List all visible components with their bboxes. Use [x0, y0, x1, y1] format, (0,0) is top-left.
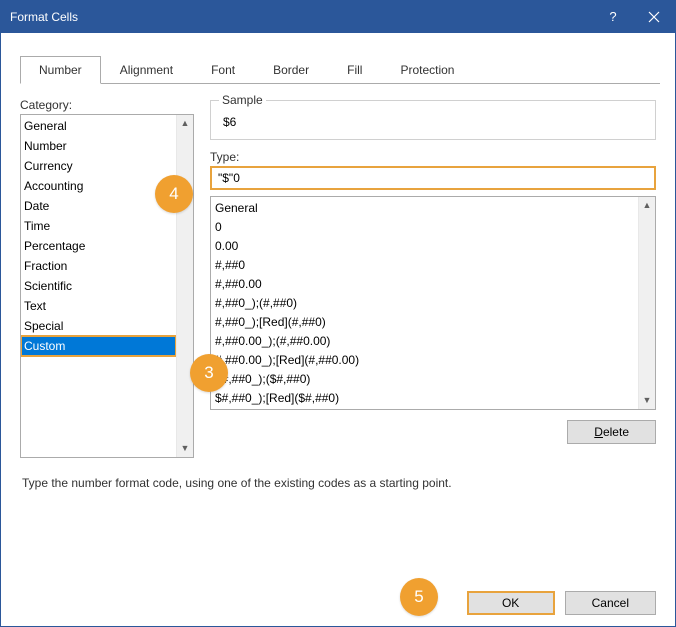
- help-button[interactable]: ?: [595, 0, 631, 33]
- annotation-3: 3: [190, 354, 228, 392]
- scroll-down-icon[interactable]: ▼: [181, 444, 190, 453]
- scrollbar[interactable]: ▲ ▼: [176, 115, 193, 457]
- category-label: Category:: [20, 98, 194, 112]
- sample-value: $6: [221, 115, 645, 129]
- category-item[interactable]: General: [21, 116, 176, 136]
- category-item[interactable]: Currency: [21, 156, 176, 176]
- type-option[interactable]: 0: [215, 218, 634, 237]
- type-option[interactable]: #,##0_);[Red](#,##0): [215, 313, 634, 332]
- category-item[interactable]: Percentage: [21, 236, 176, 256]
- type-option[interactable]: #,##0: [215, 256, 634, 275]
- tab-border[interactable]: Border: [254, 56, 328, 84]
- type-option[interactable]: General: [215, 199, 634, 218]
- tab-fill[interactable]: Fill: [328, 56, 381, 84]
- ok-button[interactable]: OK: [467, 591, 555, 615]
- tab-number[interactable]: Number: [20, 56, 101, 84]
- type-option[interactable]: #,##0.00: [215, 275, 634, 294]
- type-option[interactable]: #,##0.00_);[Red](#,##0.00): [215, 351, 634, 370]
- type-label: Type:: [210, 150, 656, 164]
- type-option[interactable]: #,##0.00_);(#,##0.00): [215, 332, 634, 351]
- category-item[interactable]: Date: [21, 196, 176, 216]
- annotation-4: 4: [155, 175, 193, 213]
- category-listbox[interactable]: General Number Currency Accounting Date …: [20, 114, 194, 458]
- window-title: Format Cells: [10, 10, 78, 24]
- category-item[interactable]: Fraction: [21, 256, 176, 276]
- tab-protection[interactable]: Protection: [381, 56, 473, 84]
- titlebar: Format Cells ?: [0, 0, 676, 33]
- category-item[interactable]: Scientific: [21, 276, 176, 296]
- scroll-down-icon[interactable]: ▼: [643, 396, 652, 405]
- type-option[interactable]: $#,##0_);($#,##0): [215, 370, 634, 389]
- tab-alignment[interactable]: Alignment: [101, 56, 192, 84]
- scroll-up-icon[interactable]: ▲: [643, 201, 652, 210]
- type-option[interactable]: #,##0_);(#,##0): [215, 294, 634, 313]
- type-option[interactable]: $#,##0_);[Red]($#,##0): [215, 389, 634, 408]
- cancel-button[interactable]: Cancel: [565, 591, 656, 615]
- delete-button[interactable]: Delete: [567, 420, 656, 444]
- type-listbox[interactable]: General 0 0.00 #,##0 #,##0.00 #,##0_);(#…: [210, 196, 656, 410]
- category-item[interactable]: Special: [21, 316, 176, 336]
- type-option[interactable]: 0.00: [215, 237, 634, 256]
- scroll-up-icon[interactable]: ▲: [181, 119, 190, 128]
- category-item[interactable]: Text: [21, 296, 176, 316]
- annotation-5: 5: [400, 578, 438, 616]
- category-item[interactable]: Accounting: [21, 176, 176, 196]
- help-text: Type the number format code, using one o…: [22, 476, 654, 490]
- tab-font[interactable]: Font: [192, 56, 254, 84]
- category-item[interactable]: Time: [21, 216, 176, 236]
- dialog-footer: OK Cancel: [0, 591, 676, 615]
- close-button[interactable]: [631, 0, 676, 33]
- sample-group: Sample $6: [210, 100, 656, 140]
- type-input[interactable]: [210, 166, 656, 190]
- scrollbar[interactable]: ▲ ▼: [638, 197, 655, 409]
- tabs: Number Alignment Font Border Fill Protec…: [20, 55, 660, 84]
- category-item-selected[interactable]: Custom: [21, 336, 176, 356]
- sample-legend: Sample: [219, 93, 266, 107]
- category-item[interactable]: Number: [21, 136, 176, 156]
